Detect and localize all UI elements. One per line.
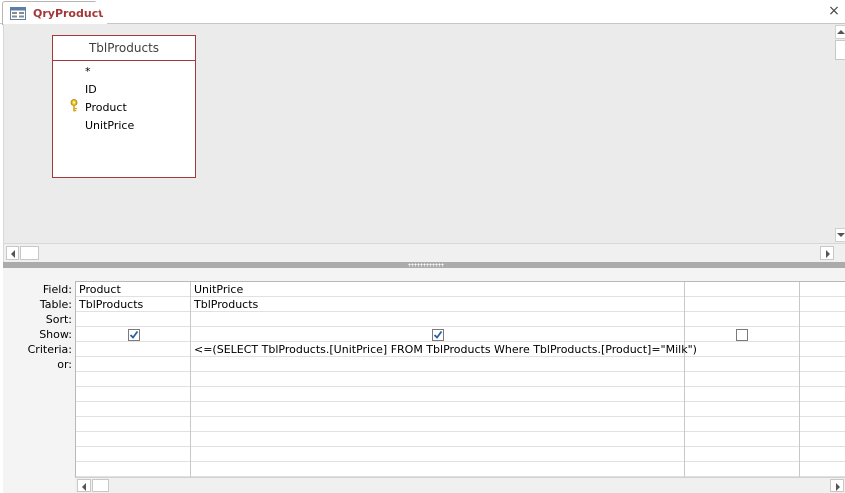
primary-key-icon (70, 99, 78, 112)
grid-row-line (76, 386, 845, 387)
vertical-scroll-thumb[interactable] (835, 40, 845, 60)
close-icon[interactable]: × (827, 3, 841, 19)
row-label-table: Table: (39, 298, 72, 311)
grid-row-line (76, 296, 845, 297)
field-list-item[interactable]: Product (85, 101, 127, 114)
grid-column-line[interactable] (190, 282, 191, 477)
table-pane: TblProducts * ID Product UnitPrice (3, 24, 845, 262)
field-list-item[interactable]: * (85, 65, 91, 78)
scroll-right-button[interactable] (830, 479, 844, 492)
row-label-or: or: (57, 358, 72, 371)
scroll-down-button[interactable] (835, 228, 845, 242)
horizontal-scroll-thumb[interactable] (20, 246, 39, 260)
show-checkbox[interactable] (432, 329, 444, 341)
row-label-criteria: Criteria: (27, 343, 72, 356)
chevron-up-icon (837, 30, 845, 34)
query-icon (10, 7, 26, 20)
tab-qryproducts[interactable]: QryProducts (2, 1, 108, 25)
scroll-right-button[interactable] (820, 246, 834, 260)
field-cell[interactable]: UnitPrice (194, 282, 243, 297)
checkmark-icon (129, 330, 139, 339)
grid-row-line (76, 401, 845, 402)
grid-row-line (76, 326, 845, 327)
document-tab-strip: QryProducts × (0, 0, 845, 25)
grid-row-line (76, 446, 845, 447)
query-design-grid[interactable]: Product TblProducts UnitPrice TblProduct… (75, 281, 845, 477)
show-checkbox[interactable] (128, 329, 140, 341)
field-list-item[interactable]: ID (85, 83, 97, 96)
show-checkbox[interactable] (736, 329, 748, 341)
row-label-sort: Sort: (45, 313, 72, 326)
table-field-list-title[interactable]: TblProducts (53, 36, 195, 61)
grid-row-line (76, 431, 845, 432)
grid-row-line (76, 416, 845, 417)
chevron-down-icon (837, 233, 845, 237)
criteria-cell[interactable]: <=(SELECT TblProducts.[UnitPrice] FROM T… (194, 342, 697, 357)
splitter-grip-icon[interactable] (408, 263, 444, 267)
chevron-right-icon (836, 483, 840, 491)
chevron-left-icon (82, 483, 86, 491)
scroll-up-button[interactable] (835, 25, 845, 39)
field-cell[interactable]: Product (79, 282, 121, 297)
row-labels: Field: Table: Sort: Show: Criteria: or: (3, 282, 72, 372)
grid-column-line[interactable] (799, 282, 800, 477)
scroll-left-button[interactable] (77, 479, 91, 492)
grid-column-line[interactable] (684, 282, 685, 477)
design-grid-horizontal-scrollbar[interactable] (75, 477, 845, 493)
grid-row-line (76, 371, 845, 372)
row-label-show: Show: (39, 328, 72, 341)
table-field-list[interactable]: TblProducts * ID Product UnitPrice (52, 35, 196, 178)
table-pane-horizontal-scrollbar[interactable] (4, 243, 845, 262)
scroll-left-button[interactable] (6, 246, 19, 260)
chevron-left-icon (11, 250, 15, 258)
design-grid-pane: Field: Table: Sort: Show: Criteria: or: … (3, 268, 845, 493)
row-label-field: Field: (42, 283, 72, 296)
grid-row-line (76, 461, 845, 462)
horizontal-scroll-thumb[interactable] (92, 479, 109, 492)
checkmark-icon (433, 330, 443, 339)
table-cell[interactable]: TblProducts (79, 297, 143, 312)
table-cell[interactable]: TblProducts (194, 297, 258, 312)
chevron-right-icon (826, 250, 830, 258)
tab-label: QryProducts (33, 7, 111, 20)
field-list-item[interactable]: UnitPrice (85, 119, 134, 132)
grid-row-line (76, 311, 845, 312)
